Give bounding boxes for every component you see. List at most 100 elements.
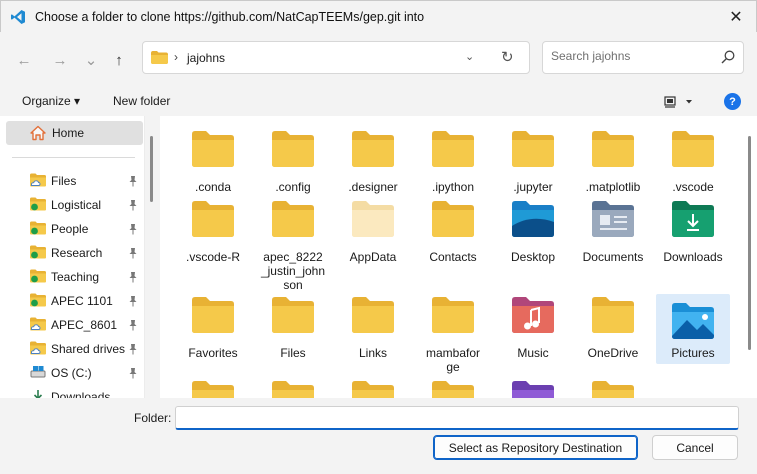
folder-item-ipython[interactable]: .ipython [416, 128, 490, 194]
search-input[interactable] [551, 49, 711, 63]
sidebar-divider [12, 157, 135, 158]
folder-icon [272, 381, 314, 398]
sidebar-item-label: People [51, 222, 89, 236]
folder-item-label: .vscode [672, 180, 714, 194]
sidebar-item-people[interactable]: People [0, 217, 142, 241]
folder-icon [151, 51, 168, 64]
sidebar-item-research[interactable]: Research [0, 241, 142, 265]
search-icon [721, 50, 735, 64]
search-box[interactable] [542, 41, 744, 74]
sidebar-item-label: Research [51, 246, 103, 260]
sidebar-scrollbar[interactable] [150, 136, 153, 202]
folder-icon [592, 297, 634, 333]
folder-item-label: Favorites [188, 346, 238, 360]
vscode-icon [11, 10, 25, 24]
folder-icon [30, 293, 46, 307]
sidebar-item-teaching[interactable]: Teaching [0, 265, 142, 289]
pin-icon [129, 248, 137, 259]
folder-icon [30, 173, 46, 187]
folder-item-label: .vscode-R [185, 250, 241, 264]
folder-icon [272, 297, 314, 333]
sidebar-item-home[interactable]: Home [6, 121, 143, 145]
sidebar-item-logistical[interactable]: Logistical [0, 193, 142, 217]
folder-item-onedrive[interactable]: OneDrive [576, 294, 650, 364]
folder-item-vscode[interactable]: .vscode [656, 128, 730, 194]
folder-field[interactable] [175, 406, 739, 430]
folder-item-downloads[interactable]: Downloads [656, 198, 730, 286]
folder-item-config[interactable]: .config [256, 128, 330, 194]
folder-item-matplotlib[interactable]: .matplotlib [576, 128, 650, 194]
folder-item-unnamed-25[interactable] [496, 378, 570, 398]
pictures-folder-icon [672, 303, 714, 339]
folder-icon [192, 201, 234, 237]
folder-item-label: .jupyter [513, 180, 553, 194]
navigation-bar: ← → ⌄ ↑ › jajohns ⌄ ↻ [0, 32, 757, 86]
folder-icon [432, 297, 474, 333]
folder-item-label: .matplotlib [585, 180, 641, 194]
pin-icon [129, 224, 137, 235]
folder-item-unnamed-24[interactable] [416, 378, 490, 398]
new-folder-button[interactable]: New folder [113, 94, 170, 108]
folder-label: Folder: [134, 411, 172, 425]
select-destination-button[interactable]: Select as Repository Destination [433, 435, 638, 460]
folder-item-files[interactable]: Files [256, 294, 330, 364]
folder-item-mambaforge[interactable]: mambaforge [416, 294, 490, 374]
window-title: Choose a folder to clone https://github.… [35, 10, 425, 24]
view-options-icon[interactable] [664, 94, 694, 110]
folder-item-unnamed-23[interactable] [336, 378, 410, 398]
folder-input[interactable] [176, 407, 738, 428]
organize-menu-button[interactable]: Organize ▾ [22, 94, 80, 108]
sidebar-item-label: APEC_8601 [51, 318, 118, 332]
sidebar-item-os-c[interactable]: OS (C:) [0, 361, 142, 385]
help-icon[interactable]: ? [724, 93, 741, 110]
close-icon[interactable]: ✕ [716, 1, 756, 33]
downloads-folder-icon [672, 201, 714, 237]
download-icon [33, 390, 43, 398]
folder-icon [192, 381, 234, 398]
folder-icon [192, 131, 234, 167]
forward-arrow-icon[interactable]: → [49, 49, 71, 71]
folder-item-designer[interactable]: .designer [336, 128, 410, 194]
refresh-icon[interactable]: ↻ [501, 48, 514, 66]
folder-item-appdata[interactable]: AppData [336, 198, 410, 286]
folder-item-unnamed-26[interactable] [576, 378, 650, 398]
breadcrumb-jajohns[interactable]: jajohns [187, 51, 225, 65]
folder-item-vscode-r[interactable]: .vscode-R [176, 198, 250, 286]
folder-item-unnamed-21[interactable] [176, 378, 250, 398]
folder-item-links[interactable]: Links [336, 294, 410, 364]
sidebar-item-apec-8601[interactable]: APEC_8601 [0, 313, 142, 337]
command-bar: Organize ▾ New folder ? [0, 86, 757, 116]
folder-item-contacts[interactable]: Contacts [416, 198, 490, 286]
folder-icon [272, 131, 314, 167]
up-arrow-icon[interactable]: ↑ [108, 49, 130, 71]
address-bar[interactable]: › jajohns ⌄ ↻ [142, 41, 530, 74]
recent-locations-chevron-icon[interactable]: ⌄ [80, 49, 102, 71]
pin-icon [129, 320, 137, 331]
pin-icon [129, 200, 137, 211]
folder-icon [592, 381, 634, 398]
drive-icon [30, 366, 46, 378]
content-scrollbar[interactable] [748, 136, 751, 350]
folder-item-label: Pictures [671, 346, 715, 360]
sidebar-item-downloads[interactable]: Downloads [0, 385, 142, 398]
folder-item-documents[interactable]: Documents [576, 198, 650, 286]
sidebar-item-files[interactable]: Files [0, 169, 142, 193]
back-arrow-icon[interactable]: ← [13, 49, 35, 71]
folder-icon [352, 297, 394, 333]
folder-item-pictures[interactable]: Pictures [656, 294, 730, 364]
folder-item-favorites[interactable]: Favorites [176, 294, 250, 364]
folder-item-music[interactable]: Music [496, 294, 570, 364]
folder-icon [672, 131, 714, 167]
sidebar-item-label: Logistical [51, 198, 102, 212]
folder-item-conda[interactable]: .conda [176, 128, 250, 194]
address-dropdown-icon[interactable]: ⌄ [465, 50, 474, 63]
cancel-button[interactable]: Cancel [652, 435, 738, 460]
folder-icon [352, 381, 394, 398]
folder-item-jupyter[interactable]: .jupyter [496, 128, 570, 194]
folder-item-desktop[interactable]: Desktop [496, 198, 570, 286]
folder-item-unnamed-22[interactable] [256, 378, 330, 398]
sidebar-item-apec-1101[interactable]: APEC 1101 [0, 289, 142, 313]
folder-item-apec-8222-justin-johnson[interactable]: apec_8222_justin_johnson [256, 198, 330, 292]
sidebar-item-shared-drives[interactable]: Shared drives [0, 337, 142, 361]
sidebar-item-label: Home [52, 126, 85, 140]
